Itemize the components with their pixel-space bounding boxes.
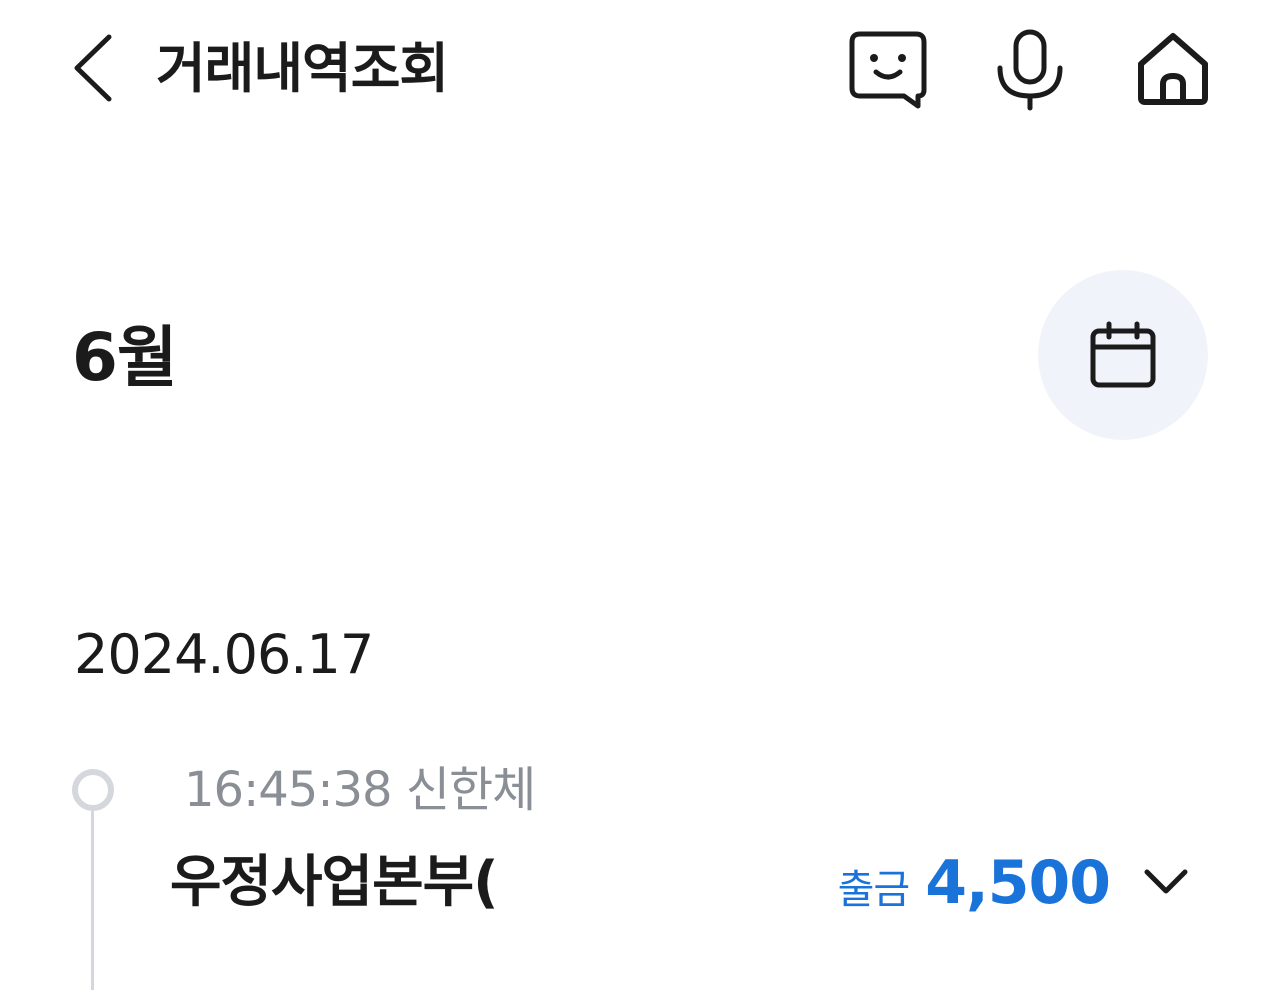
voice-button[interactable] (988, 28, 1072, 112)
chat-face-icon (849, 31, 927, 109)
back-button[interactable] (58, 26, 128, 110)
timeline-line (91, 811, 94, 990)
calendar-icon (1090, 321, 1156, 388)
transaction-name[interactable]: 우정사업본부( (170, 848, 499, 918)
transaction-amount-row: 출금 4,500 (837, 848, 1111, 918)
home-icon (1138, 33, 1208, 105)
chevron-left-icon (74, 34, 112, 102)
transaction-amount: 4,500 (925, 848, 1111, 918)
home-button[interactable] (1131, 28, 1215, 112)
calendar-button[interactable] (1038, 270, 1208, 440)
chatbot-button[interactable] (846, 28, 930, 112)
microphone-icon (997, 29, 1063, 111)
page-title: 거래내역조회 (156, 37, 449, 100)
month-label: 6월 (72, 319, 178, 396)
transaction-date: 2024.06.17 (74, 623, 374, 686)
expand-transaction-button[interactable] (1136, 852, 1196, 912)
timeline-dot (72, 769, 114, 811)
transaction-type: 출금 (837, 867, 911, 913)
app-header: 거래내역조회 (0, 0, 1280, 140)
chevron-down-icon (1144, 869, 1188, 894)
transaction-time-bank: 16:45:38 신한체 (184, 762, 536, 818)
